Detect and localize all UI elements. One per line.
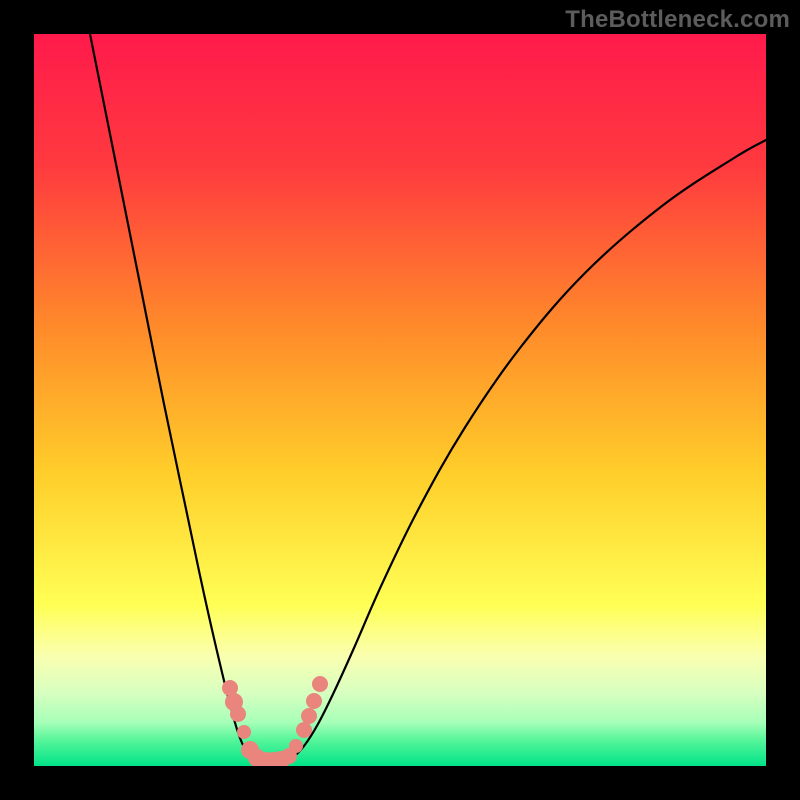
data-marker	[237, 725, 251, 739]
data-marker	[306, 693, 322, 709]
data-marker	[301, 708, 317, 724]
plot-area	[34, 34, 766, 766]
data-marker	[312, 676, 328, 692]
chart-frame: TheBottleneck.com	[0, 0, 800, 800]
data-marker	[289, 739, 303, 753]
marker-layer	[34, 34, 766, 766]
watermark-text: TheBottleneck.com	[565, 6, 790, 34]
data-marker	[230, 706, 246, 722]
data-marker	[296, 722, 312, 738]
